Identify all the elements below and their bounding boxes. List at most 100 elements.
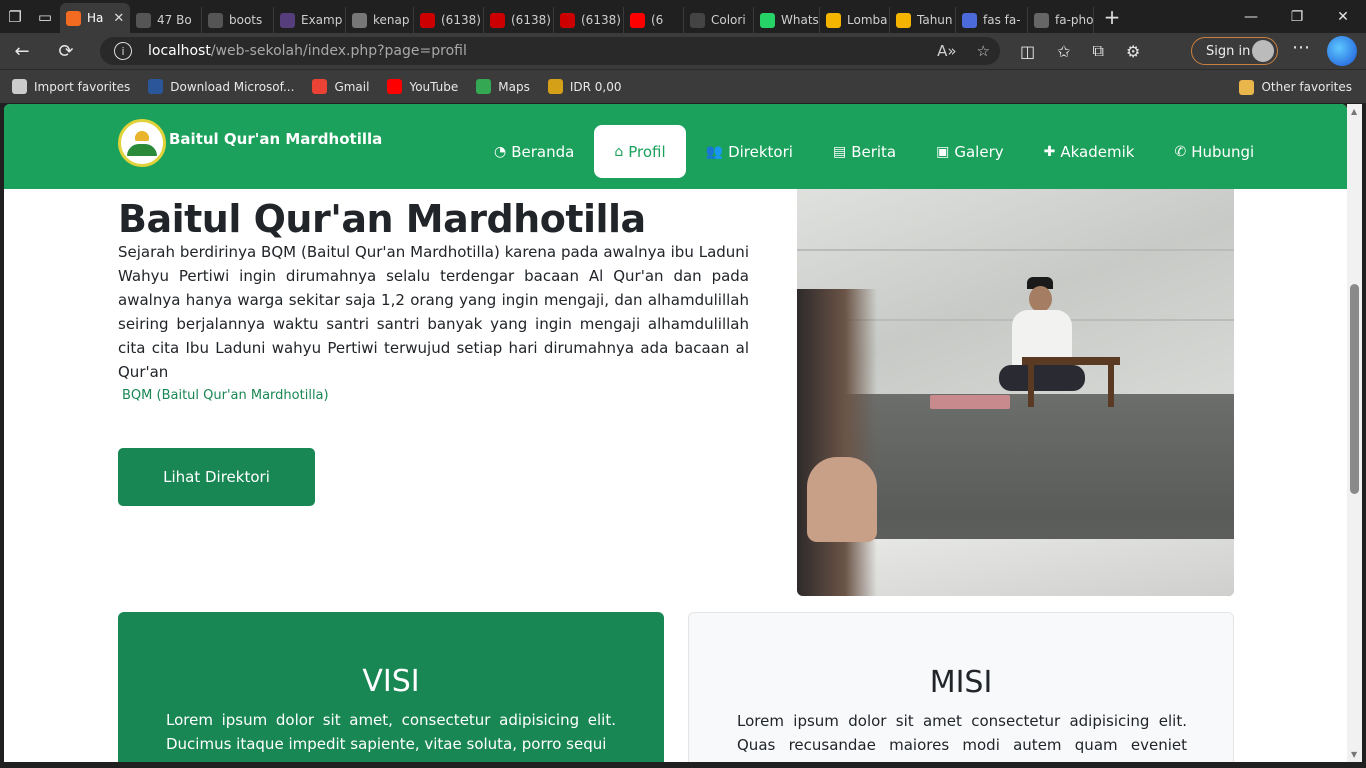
browser-tab[interactable]: boots — [202, 7, 274, 33]
tab-label: Tahun — [917, 13, 953, 27]
tab-label: (6138) — [511, 13, 551, 27]
browser-tab[interactable]: fas fa- — [956, 7, 1028, 33]
favorites-icon[interactable]: ✩ — [1057, 42, 1070, 61]
drive-icon — [896, 12, 911, 28]
tab-label: fas fa- — [983, 13, 1021, 27]
visi-card: VISI Lorem ipsum dolor sit amet, consect… — [118, 612, 664, 762]
close-window-icon[interactable]: ✕ — [1320, 0, 1366, 33]
new-tab-button[interactable]: + — [1094, 5, 1130, 29]
page-scrollbar[interactable]: ▲ ▼ — [1347, 104, 1362, 762]
browser-tab[interactable]: Ha ✕ — [60, 3, 130, 33]
menu-item-berita[interactable]: ▤ Berita — [813, 125, 916, 178]
hero-photo — [797, 189, 1234, 596]
more-menu-icon[interactable]: ⋯ — [1292, 37, 1310, 58]
favorite-item[interactable]: YouTube — [387, 79, 458, 94]
favorites-list: Import favorites Download Microsof... Gmai… — [12, 79, 621, 94]
misi-title: MISI — [929, 665, 993, 700]
favorite-label: Maps — [498, 79, 530, 94]
folder-icon — [1239, 79, 1255, 95]
image-icon — [352, 12, 367, 28]
dashboard-icon: ◔ — [494, 143, 507, 160]
copilot-icon[interactable] — [1327, 36, 1357, 66]
read-aloud-icon[interactable]: A» — [937, 42, 956, 60]
menu-label: Hubungi — [1191, 142, 1255, 161]
tab-list: Ha ✕ 47 Bo boots Examp kenap (6138) (6138) (6138… — [60, 0, 1094, 33]
hero-title: Baitul Qur'an Mardhotilla — [118, 197, 646, 241]
tab-label: (6138) — [581, 13, 621, 27]
menu-label: Berita — [851, 142, 897, 161]
favorite-item[interactable]: Maps — [476, 79, 530, 94]
scroll-thumb[interactable] — [1350, 284, 1359, 494]
favorite-item[interactable]: IDR 0,00 — [547, 79, 622, 94]
browser-tab[interactable]: 47 Bo — [130, 7, 202, 33]
tab-label: Ha — [87, 11, 104, 25]
menu-label: Beranda — [511, 142, 575, 161]
wallet-icon — [547, 79, 563, 94]
extensions-icon[interactable]: ⚙ — [1126, 42, 1140, 61]
favorite-label: IDR 0,00 — [569, 79, 622, 94]
home-icon: ⌂ — [614, 143, 624, 160]
site-info-icon[interactable]: i — [114, 42, 132, 60]
refresh-button[interactable]: ⟳ — [44, 33, 88, 69]
tab-label: Examp — [301, 13, 343, 27]
other-favorites[interactable]: Other favorites — [1239, 70, 1352, 104]
misi-text: Lorem ipsum dolor sit amet consectetur a… — [737, 712, 1187, 762]
youtube-icon — [630, 12, 645, 28]
close-tab-icon[interactable]: ✕ — [113, 11, 124, 26]
address-bar[interactable]: i localhost/web-sekolah/index.php?page=p… — [100, 37, 1000, 65]
workspaces-icon[interactable]: ❐ — [0, 0, 30, 33]
scroll-up-icon[interactable]: ▲ — [1351, 107, 1357, 116]
bootstrap-b-icon — [280, 12, 295, 28]
menu-item-beranda[interactable]: ◔ Beranda — [474, 125, 594, 178]
favorite-label: Download Microsof... — [170, 79, 295, 94]
visi-title: VISI — [362, 664, 420, 699]
collections-icon[interactable]: ⧉ — [1093, 41, 1104, 61]
page-icon — [136, 12, 151, 28]
whatsapp-icon — [760, 12, 775, 28]
lihat-direktori-button[interactable]: Lihat Direktori — [118, 448, 315, 506]
split-screen-icon[interactable]: ◫ — [1020, 42, 1035, 61]
browser-tab[interactable]: Colori — [684, 7, 754, 33]
favorite-item[interactable]: Gmail — [312, 79, 369, 94]
scroll-down-icon[interactable]: ▼ — [1351, 750, 1357, 759]
flag-icon — [1034, 12, 1049, 28]
menu-item-profil[interactable]: ⌂ Profil — [594, 125, 686, 178]
browser-tab[interactable]: kenap — [346, 7, 414, 33]
browser-tab[interactable]: (6 — [624, 7, 684, 33]
profile-avatar — [1252, 40, 1274, 62]
browser-tab[interactable]: (6138) — [414, 7, 484, 33]
dots-icon — [690, 12, 705, 28]
minimize-icon[interactable]: — — [1228, 0, 1274, 33]
hero-text: Sejarah berdirinya BQM (Baitul Qur'an Ma… — [118, 243, 749, 381]
maps-icon — [476, 79, 492, 94]
brand[interactable]: Baitul Qur'an Mardhotilla — [118, 119, 382, 167]
browser-tab[interactable]: Examp — [274, 7, 346, 33]
tab-actions-icon[interactable]: ▭ — [30, 0, 60, 33]
youtube-icon — [490, 12, 505, 28]
menu-item-akademik[interactable]: ✚ Akademik — [1024, 125, 1155, 178]
menu-item-galery[interactable]: ▣ Galery — [916, 125, 1024, 178]
browser-tab[interactable]: Tahun — [890, 7, 956, 33]
browser-tab[interactable]: Whats — [754, 7, 820, 33]
tab-label: kenap — [373, 13, 410, 27]
url-path: /web-sekolah/index.php?page=profil — [210, 43, 467, 59]
back-button[interactable]: ← — [0, 33, 44, 69]
favorite-star-icon[interactable]: ☆ — [977, 42, 990, 60]
browser-tab[interactable]: (6138) — [554, 7, 624, 33]
address-toolbar: ← ⟳ i localhost/web-sekolah/index.php?pa… — [0, 33, 1366, 69]
favorite-item[interactable]: Download Microsof... — [148, 79, 294, 94]
favorite-item[interactable]: Import favorites — [12, 79, 130, 94]
menu-item-hubungi[interactable]: ✆ Hubungi — [1154, 125, 1274, 178]
drive-icon — [826, 12, 841, 28]
restore-icon[interactable]: ❐ — [1274, 0, 1320, 33]
main-menu: ◔ Beranda ⌂ Profil 👥 Direktori ▤ Berita ▣ Galery ✚… — [474, 125, 1274, 178]
menu-item-direktori[interactable]: 👥 Direktori — [686, 125, 813, 178]
page-viewport: Baitul Qur'an Mardhotilla ◔ Beranda ⌂ Profi… — [4, 104, 1347, 762]
browser-tab[interactable]: (6138) — [484, 7, 554, 33]
gmail-icon — [312, 79, 328, 94]
browser-tab[interactable]: Lomba — [820, 7, 890, 33]
sign-in-button[interactable]: Sign in — [1191, 37, 1278, 65]
tab-label: (6 — [651, 13, 664, 27]
browser-tab[interactable]: fa-pho — [1028, 7, 1094, 33]
misi-card: MISI Lorem ipsum dolor sit amet consecte… — [688, 612, 1234, 762]
